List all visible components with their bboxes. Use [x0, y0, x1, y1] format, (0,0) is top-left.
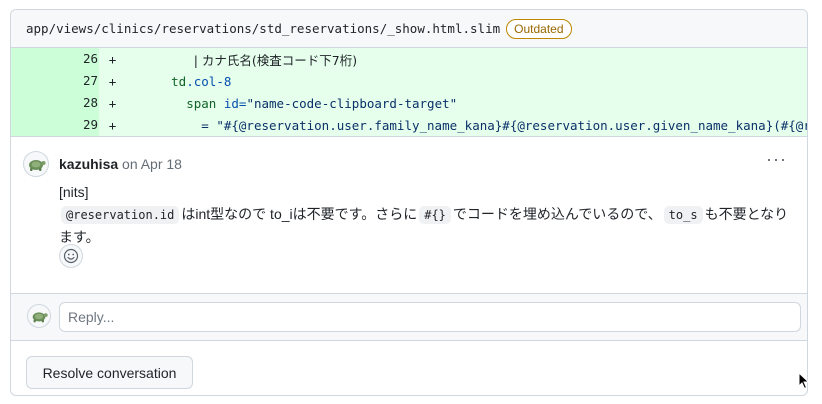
diff-line: 28 + span id="name-code-clipboard-target…	[11, 92, 807, 114]
reply-area	[11, 293, 807, 340]
outdated-badge: Outdated	[506, 18, 572, 39]
file-header: app/views/clinics/reservations/std_reser…	[11, 10, 807, 48]
mouse-pointer-icon	[798, 372, 810, 390]
diff-line: 26 + | カナ氏名(検査コード下7桁)	[11, 48, 807, 70]
kebab-horizontal-icon[interactable]: ···	[766, 149, 787, 169]
reply-input[interactable]	[59, 302, 801, 332]
inline-code: @reservation.id	[61, 206, 180, 224]
turtle-avatar-icon	[27, 304, 51, 328]
diff-sign: +	[108, 51, 117, 67]
comment-body: [nits] @reservation.id はint型なので to_iは不要です…	[59, 181, 799, 248]
comment-line: @reservation.id はint型なので to_iは不要です。さらに #{}…	[59, 203, 799, 226]
diff-sign: +	[108, 73, 117, 89]
diff-excerpt: 26 + | カナ氏名(検査コード下7桁) 27 + td.col-8 28 +…	[11, 48, 807, 136]
review-comment: kazuhisa on Apr 18 ··· [nits] @reservati…	[11, 136, 807, 293]
diff-sign: +	[108, 95, 117, 111]
turtle-avatar-icon[interactable]	[23, 151, 49, 177]
diff-line: 29 + = "#{@reservation.user.family_name_…	[11, 114, 807, 136]
review-thread: app/views/clinics/reservations/std_reser…	[10, 9, 808, 396]
resolve-conversation-button[interactable]: Resolve conversation	[26, 356, 193, 389]
smiley-icon	[63, 248, 79, 264]
code-line: | カナ氏名(検査コード下7桁)	[193, 52, 358, 68]
comment-line: [nits]	[59, 184, 89, 200]
add-reaction-button[interactable]	[59, 244, 83, 268]
file-path-link[interactable]: app/views/clinics/reservations/std_reser…	[26, 21, 500, 36]
line-number[interactable]: 29	[11, 114, 99, 136]
line-number[interactable]: 26	[11, 48, 99, 70]
comment-header: kazuhisa on Apr 18	[59, 154, 182, 174]
inline-code: #{}	[419, 206, 451, 224]
code-line: td.col-8	[171, 73, 232, 89]
line-number[interactable]: 28	[11, 92, 99, 114]
resolve-area: Resolve conversation	[11, 340, 807, 395]
diff-sign: +	[108, 117, 117, 133]
diff-line: 27 + td.col-8	[11, 70, 807, 92]
inline-code: to_s	[663, 206, 703, 224]
comment-date[interactable]: on Apr 18	[122, 156, 182, 172]
author-link[interactable]: kazuhisa	[59, 156, 118, 172]
line-number[interactable]: 27	[11, 70, 99, 92]
code-line: span id="name-code-clipboard-target"	[186, 95, 458, 111]
code-line: = "#{@reservation.user.family_name_kana}…	[201, 117, 807, 133]
comment-line: ます。	[59, 229, 100, 245]
